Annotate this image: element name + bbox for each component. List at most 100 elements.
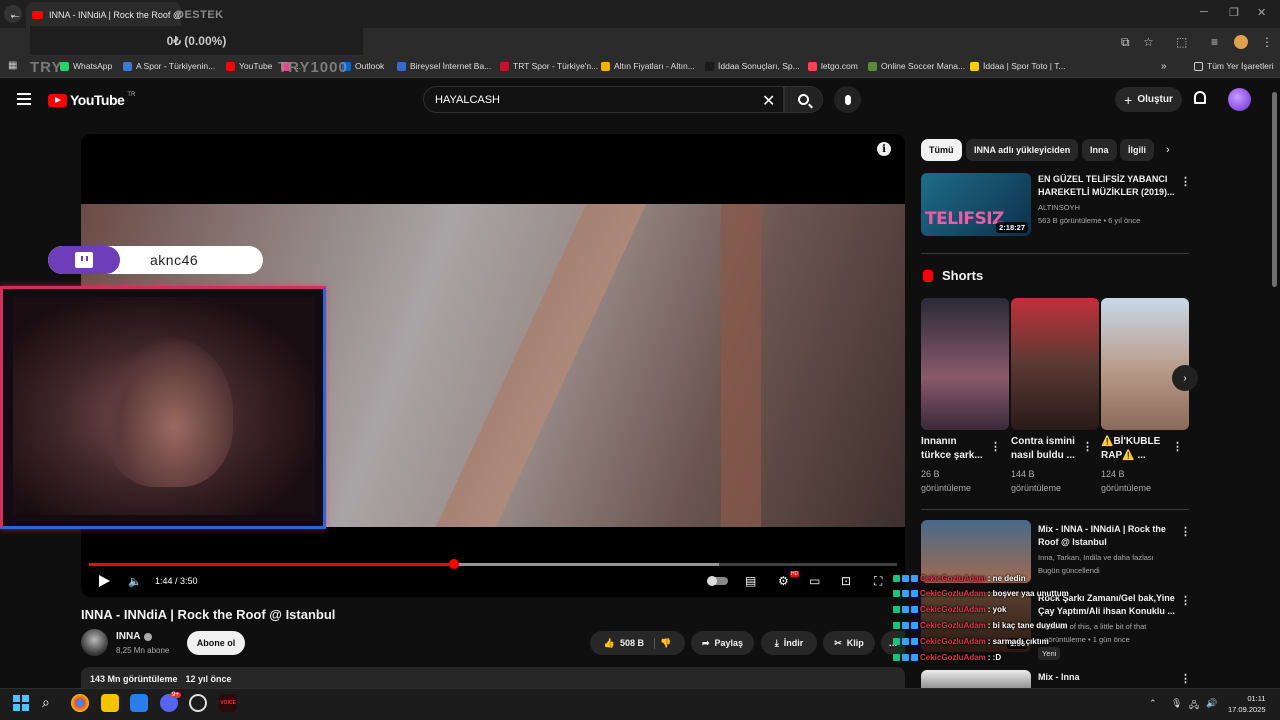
more-options-icon[interactable]: ⋮ bbox=[1082, 440, 1093, 453]
chat-message: CekicGozluAdam: :D bbox=[893, 650, 1001, 664]
more-options-icon[interactable]: ⋮ bbox=[1180, 175, 1191, 188]
voicemeeter-icon[interactable]: VOICE bbox=[219, 694, 237, 712]
more-options-icon[interactable]: ⋮ bbox=[1172, 440, 1183, 453]
more-options-icon[interactable]: ⋮ bbox=[1180, 594, 1191, 607]
short-thumbnail[interactable] bbox=[1101, 298, 1189, 430]
bookmark-bank[interactable]: Bireysel İnternet Ba... bbox=[397, 61, 491, 71]
channel-avatar[interactable] bbox=[81, 629, 108, 656]
settings-gear-icon[interactable]: ⚙ bbox=[778, 574, 789, 588]
chat-badge-icon bbox=[893, 621, 900, 629]
search-taskbar-icon[interactable]: ⌕ bbox=[42, 694, 60, 712]
bookmark-soccer-manager[interactable]: Online Soccer Mana... bbox=[868, 61, 965, 71]
clip-button[interactable]: ✂ Klip bbox=[823, 631, 875, 655]
short-title[interactable]: Innanın türkce şark... bbox=[921, 435, 993, 463]
chip-from-uploader[interactable]: INNA adlı yükleyiciden bbox=[966, 139, 1079, 161]
like-button[interactable]: 👍 508 B bbox=[604, 637, 656, 649]
chat-badge-icon bbox=[911, 637, 918, 645]
channel-name[interactable]: INNA bbox=[116, 631, 153, 642]
tray-microphone-icon[interactable]: 🎙 bbox=[1171, 698, 1182, 709]
progress-bar[interactable] bbox=[89, 559, 897, 569]
clear-search-icon[interactable]: ✕ bbox=[762, 91, 775, 111]
windows-start-icon[interactable] bbox=[12, 694, 30, 712]
chat-message: CekicGozluAdam: boşver yaa unuttum bbox=[893, 586, 1069, 600]
chip-related[interactable]: İlgili bbox=[1120, 139, 1154, 161]
recommendation-channel[interactable]: ALTINSOYH bbox=[1038, 202, 1080, 213]
hamburger-menu-icon[interactable] bbox=[17, 93, 31, 105]
tray-overflow-icon[interactable]: ⌃ bbox=[1149, 698, 1157, 709]
bookmark-spor-toto[interactable]: İddaa | Spor Toto | T... bbox=[970, 61, 1066, 71]
shorts-next-button[interactable]: › bbox=[1172, 365, 1198, 391]
thumbs-down-icon[interactable]: 👎 bbox=[660, 638, 671, 649]
extensions-icon[interactable]: ⬚ bbox=[1176, 35, 1187, 49]
chat-badge-icon bbox=[902, 621, 909, 629]
bookmark-letgo[interactable]: letgo.com bbox=[808, 61, 858, 71]
bookmark-outlook[interactable]: Outlook bbox=[342, 61, 384, 71]
info-icon[interactable]: i bbox=[877, 142, 891, 156]
notifications-bell-icon[interactable] bbox=[1194, 91, 1206, 104]
back-arrow-icon[interactable]: ← bbox=[8, 6, 22, 22]
short-thumbnail[interactable] bbox=[921, 298, 1009, 430]
cast-icon[interactable]: ⊡ bbox=[841, 574, 851, 588]
subscribe-button[interactable]: Abone ol bbox=[187, 631, 245, 655]
subtitles-icon[interactable]: ▤ bbox=[745, 574, 756, 588]
cast-tab-icon[interactable]: ⧉ bbox=[1121, 35, 1130, 50]
steam-icon[interactable] bbox=[189, 694, 207, 712]
aspor-icon bbox=[123, 61, 132, 71]
all-bookmarks[interactable]: Tüm Yer İşaretleri bbox=[1194, 61, 1274, 71]
autoplay-toggle[interactable] bbox=[707, 576, 728, 586]
download-button[interactable]: ⤓ İndir bbox=[761, 631, 817, 655]
bookmark-star-icon[interactable]: ☆ bbox=[1143, 35, 1154, 49]
bookmark-aspor[interactable]: A Spor - Türkiyenin... bbox=[123, 61, 215, 71]
chat-badge-icon bbox=[911, 574, 918, 582]
mix-title[interactable]: Mix - Inna bbox=[1038, 671, 1080, 684]
account-avatar[interactable] bbox=[1228, 88, 1251, 111]
bookmark-iddaa-sonuclari[interactable]: İddaa Sonuçları, Sp... bbox=[705, 61, 800, 71]
volume-icon[interactable]: 🔈 bbox=[128, 575, 142, 588]
bookmark-altin[interactable]: Altın Fiyatları - Altın... bbox=[601, 61, 695, 71]
network-icon[interactable]: 🖧 bbox=[1189, 698, 1199, 714]
restore-icon[interactable]: ❐ bbox=[1229, 6, 1239, 19]
more-bookmarks-icon[interactable]: » bbox=[1161, 61, 1167, 72]
short-title[interactable]: Contra ismini nasıl buldu ... bbox=[1011, 435, 1083, 463]
more-options-icon[interactable]: ⋮ bbox=[990, 440, 1001, 453]
voice-search-button[interactable] bbox=[834, 86, 861, 113]
more-options-icon[interactable]: ⋮ bbox=[1180, 525, 1191, 538]
chip-inna[interactable]: Inna bbox=[1082, 139, 1117, 161]
more-options-icon[interactable]: ⋮ bbox=[1180, 672, 1191, 685]
share-button[interactable]: ➦ Paylaş bbox=[691, 631, 754, 655]
short-title[interactable]: ⚠️Bİ'KUBLE RAP⚠️ ... bbox=[1101, 435, 1173, 463]
chevron-right-icon[interactable]: › bbox=[1166, 144, 1170, 156]
chrome-icon[interactable] bbox=[71, 694, 89, 712]
youtube-logo[interactable]: YouTube TR bbox=[48, 92, 135, 108]
bookmark-trtspor[interactable]: TRT Spor - Türkiye'n... bbox=[500, 61, 598, 71]
search-button[interactable] bbox=[784, 86, 823, 113]
microsoft-store-icon[interactable] bbox=[130, 694, 148, 712]
short-thumbnail[interactable] bbox=[1011, 298, 1099, 430]
recommendation-title[interactable]: EN GÜZEL TELİFSİZ YABANCI HAREKETLİ MÜZİ… bbox=[1038, 173, 1175, 199]
fullscreen-icon[interactable]: ⛶ bbox=[874, 574, 882, 589]
stream-try-goal-label: TRY1000 bbox=[278, 59, 348, 76]
bookmark-whatsapp[interactable]: WhatsApp bbox=[60, 61, 112, 71]
system-clock[interactable]: 01:11 17.09.2025 bbox=[1228, 693, 1266, 715]
browser-profile-avatar[interactable] bbox=[1234, 35, 1248, 49]
browser-menu-icon[interactable]: ⋮ bbox=[1261, 35, 1273, 49]
mix-title[interactable]: Mix - INNA - INNdiA | Rock the Roof @ Is… bbox=[1038, 523, 1166, 549]
create-button[interactable]: + Oluştur bbox=[1115, 87, 1182, 112]
apps-grid-icon[interactable]: ▦ bbox=[8, 60, 17, 71]
minimize-icon[interactable]: ─ bbox=[1200, 6, 1208, 18]
chip-all[interactable]: Tümü bbox=[921, 139, 962, 161]
close-window-icon[interactable]: ✕ bbox=[1257, 6, 1266, 19]
recommendation-thumbnail[interactable]: TELIFSIZ 2:18:27 bbox=[921, 173, 1031, 236]
play-button[interactable] bbox=[99, 575, 110, 587]
bookmark-youtube[interactable]: YouTube bbox=[226, 61, 272, 71]
speaker-icon[interactable]: 🔊 bbox=[1206, 698, 1217, 709]
scrollbar-thumb[interactable] bbox=[1272, 92, 1277, 287]
browser-tab-active[interactable]: INNA - INNdiA | Rock the Roof @ Istanbul… bbox=[26, 2, 181, 28]
scrubber-handle[interactable] bbox=[449, 559, 460, 569]
chat-badge-icon bbox=[911, 589, 918, 597]
mix-thumbnail[interactable] bbox=[921, 670, 1031, 690]
search-input[interactable]: HAYALCASH bbox=[423, 86, 784, 113]
reading-list-icon[interactable]: ≡ bbox=[1211, 35, 1218, 49]
file-explorer-icon[interactable] bbox=[101, 694, 119, 712]
theater-mode-icon[interactable]: ▭ bbox=[809, 574, 820, 588]
